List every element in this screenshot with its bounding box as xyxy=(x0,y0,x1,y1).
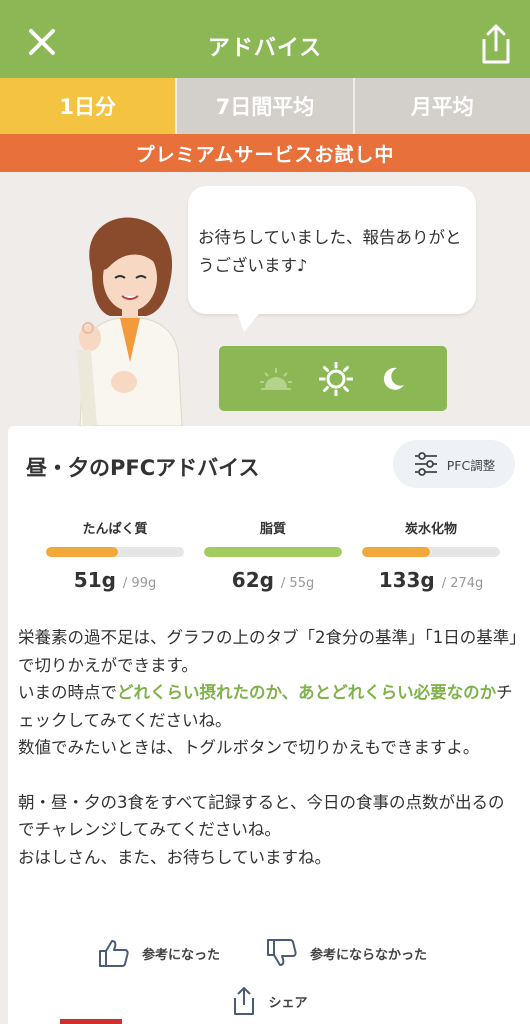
tab-7day-average[interactable]: 7日間平均 xyxy=(175,78,353,134)
period-tabs: 1日分 7日間平均 月平均 xyxy=(0,78,530,134)
advice-paragraph: 数値でみたいときは、トグルボタンで切りかえもできますよ。 xyxy=(18,738,480,757)
helpful-button[interactable]: 参考になった xyxy=(98,938,220,968)
advice-paragraph: いまの時点でどれくらい摂れたのか、あとどれくらい必要なのかチェックしてみてくださ… xyxy=(18,683,513,730)
pfc-adjust-label: PFC調整 xyxy=(446,457,496,473)
sun-icon[interactable] xyxy=(319,361,353,396)
feedback-row: 参考になった 参考にならなかった xyxy=(8,938,530,978)
nutrient-value: 51g / 99g xyxy=(73,568,157,592)
advice-paragraph: 朝・昼・夕の3食をすべて記録すると、今日の食事の点数が出るのでチャレンジしてみて… xyxy=(18,792,505,840)
advice-text: 栄養素の過不足は、グラフの上のタブ「2食分の基準」「1日の基準」で切りかえができ… xyxy=(18,624,518,871)
nutrient-label: 炭水化物 xyxy=(404,522,457,537)
advice-highlight: どれくらい摂れたのか、あとどれくらい必要なのか xyxy=(117,683,497,702)
sunrise-icon[interactable] xyxy=(259,364,293,394)
header: アドバイス xyxy=(0,0,530,78)
thumbs-down-icon xyxy=(267,939,297,966)
advice-paragraph: 栄養素の過不足は、グラフの上のタブ「2食分の基準」「1日の基準」で切りかえができ… xyxy=(18,628,518,675)
nutrient-label: たんぱく質 xyxy=(82,522,148,537)
progress-bar xyxy=(362,547,500,557)
advice-card: 昼・夕のPFCアドバイス PFC調整 たんぱく質 51g / 99g 脂質 62… xyxy=(8,426,530,1024)
sliders-icon xyxy=(414,452,437,476)
not-helpful-label: 参考にならなかった xyxy=(310,947,428,963)
nutrient-fat: 脂質 62g / 55g xyxy=(204,518,342,592)
bottom-edge-element xyxy=(60,1019,122,1024)
moon-icon[interactable] xyxy=(379,365,407,393)
speech-bubble: お待ちしていました、報告ありがとうございます♪ xyxy=(188,186,476,314)
nutrient-value: 133g / 274g xyxy=(378,568,484,592)
page-title: アドバイス xyxy=(207,36,323,61)
nutrient-protein: たんぱく質 51g / 99g xyxy=(46,518,184,592)
progress-bar xyxy=(46,547,184,557)
meal-time-toggle[interactable] xyxy=(219,346,447,411)
not-helpful-button[interactable]: 参考にならなかった xyxy=(266,938,427,968)
share-icon xyxy=(234,987,255,1015)
progress-fill xyxy=(46,547,118,557)
share-button[interactable]: シェア xyxy=(8,986,530,1016)
advice-paragraph: おはしさん、また、お待ちしていますね。 xyxy=(18,847,332,867)
thumbs-up-icon xyxy=(99,940,129,967)
premium-trial-banner: プレミアムサービスお試し中 xyxy=(0,134,530,172)
tab-monthly-average[interactable]: 月平均 xyxy=(352,78,530,134)
share-label: シェア xyxy=(268,995,308,1011)
advisor-section: お待ちしていました、報告ありがとうございます♪ xyxy=(0,172,530,426)
advisor-message: お待ちしていました、報告ありがとうございます♪ xyxy=(198,228,462,275)
progress-fill xyxy=(362,547,430,557)
nutrient-value: 62g / 55g xyxy=(231,568,315,592)
helpful-label: 参考になった xyxy=(142,947,221,963)
tab-1day[interactable]: 1日分 xyxy=(0,78,176,134)
nutrient-carbs: 炭水化物 133g / 274g xyxy=(362,518,500,592)
card-title: 昼・夕のPFCアドバイス xyxy=(26,456,260,480)
speech-bubble-tail xyxy=(236,310,262,332)
progress-fill xyxy=(204,547,342,557)
nutrient-label: 脂質 xyxy=(259,522,286,537)
nutrient-summary: たんぱく質 51g / 99g 脂質 62g / 55g 炭水化物 133g /… xyxy=(8,518,530,598)
share-icon[interactable] xyxy=(476,22,516,66)
advisor-avatar xyxy=(77,217,183,426)
progress-bar xyxy=(204,547,342,557)
pfc-adjust-button[interactable]: PFC調整 xyxy=(393,440,515,488)
